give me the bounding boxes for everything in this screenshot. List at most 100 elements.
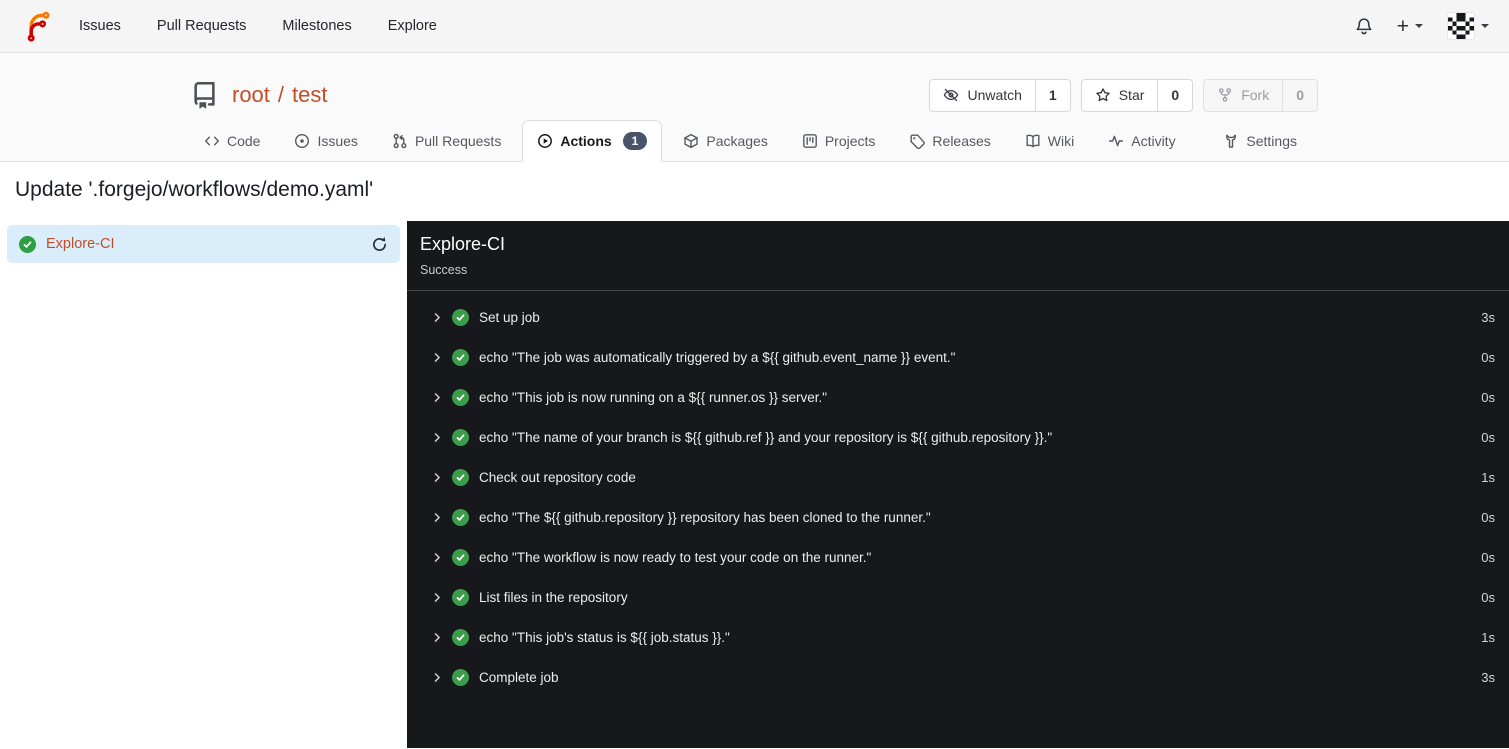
chevron-right-icon[interactable] bbox=[431, 471, 445, 484]
avatar-identicon bbox=[1448, 13, 1474, 39]
success-check-icon bbox=[452, 348, 469, 366]
tab-activity[interactable]: Activity bbox=[1095, 121, 1188, 161]
tab-projects[interactable]: Projects bbox=[789, 121, 889, 161]
tag-icon bbox=[910, 134, 926, 149]
chevron-right-icon[interactable] bbox=[431, 631, 445, 644]
unwatch-button[interactable]: Unwatch bbox=[930, 80, 1034, 111]
step-duration: 0s bbox=[1481, 509, 1495, 525]
repo-owner-link[interactable]: root bbox=[232, 82, 270, 108]
chevron-right-icon[interactable] bbox=[431, 351, 445, 364]
chevron-right-icon[interactable] bbox=[431, 591, 445, 604]
nav-explore[interactable]: Explore bbox=[370, 18, 455, 34]
project-icon bbox=[802, 134, 817, 148]
step-row[interactable]: List files in the repository 0s bbox=[407, 577, 1509, 617]
step-name: echo "The workflow is now ready to test … bbox=[479, 549, 872, 565]
nav-issues[interactable]: Issues bbox=[61, 18, 139, 34]
watchers-count[interactable]: 1 bbox=[1034, 79, 1070, 111]
step-name: List files in the repository bbox=[479, 589, 628, 605]
step-duration: 1s bbox=[1481, 469, 1495, 485]
success-check-icon bbox=[452, 508, 469, 526]
pulse-icon bbox=[1109, 135, 1124, 147]
success-check-icon bbox=[452, 668, 469, 686]
book-icon bbox=[1026, 134, 1040, 148]
user-menu-button[interactable] bbox=[1447, 12, 1489, 40]
chevron-right-icon[interactable] bbox=[431, 391, 445, 404]
forgejo-logo[interactable] bbox=[20, 11, 51, 42]
step-row[interactable]: Complete job 3s bbox=[407, 657, 1509, 697]
success-check-icon bbox=[452, 468, 469, 486]
notifications-button[interactable] bbox=[1355, 17, 1373, 35]
page-title: Update '.forgejo/workflows/demo.yaml' bbox=[15, 178, 374, 201]
step-duration: 0s bbox=[1481, 389, 1495, 405]
success-check-icon bbox=[452, 388, 469, 406]
tab-label: Projects bbox=[824, 133, 876, 149]
tab-issues[interactable]: Issues bbox=[281, 121, 370, 161]
success-check-icon bbox=[452, 428, 469, 446]
chevron-right-icon[interactable] bbox=[431, 671, 445, 684]
caret-down-icon bbox=[1415, 24, 1423, 28]
tab-packages[interactable]: Packages bbox=[670, 121, 780, 161]
repo-name-link[interactable]: test bbox=[292, 82, 327, 108]
step-row[interactable]: Set up job 3s bbox=[407, 297, 1509, 337]
chevron-right-icon[interactable] bbox=[431, 311, 445, 324]
step-row[interactable]: echo "The workflow is now ready to test … bbox=[407, 537, 1509, 577]
step-name: Complete job bbox=[479, 669, 559, 685]
package-icon bbox=[684, 133, 699, 149]
stars-count[interactable]: 0 bbox=[1157, 79, 1192, 111]
star-icon bbox=[1095, 88, 1110, 102]
repo-tab-bar: Code Issues Pull Requests Actions 1 Pack… bbox=[191, 120, 1318, 162]
tab-label: Packages bbox=[706, 133, 768, 149]
tab-pull-requests[interactable]: Pull Requests bbox=[379, 121, 514, 161]
repo-header: root / test Unwatch 1 Star 0 Fork 0 Code… bbox=[0, 53, 1509, 162]
play-circle-icon bbox=[538, 134, 553, 148]
step-duration: 3s bbox=[1481, 669, 1495, 685]
success-check-icon bbox=[452, 628, 469, 646]
tab-code[interactable]: Code bbox=[191, 121, 273, 161]
tools-icon bbox=[1226, 134, 1237, 148]
chevron-right-icon[interactable] bbox=[431, 431, 445, 444]
nav-milestones[interactable]: Milestones bbox=[264, 18, 369, 34]
step-row[interactable]: echo "This job is now running on a ${{ r… bbox=[407, 377, 1509, 417]
step-row[interactable]: echo "The name of your branch is ${{ git… bbox=[407, 417, 1509, 457]
step-duration: 3s bbox=[1481, 309, 1495, 325]
tab-releases[interactable]: Releases bbox=[896, 121, 1003, 161]
tab-label: Pull Requests bbox=[414, 133, 502, 149]
chevron-right-icon[interactable] bbox=[431, 551, 445, 564]
git-fork-icon bbox=[1219, 88, 1232, 102]
step-row[interactable]: echo "The job was automatically triggere… bbox=[407, 337, 1509, 377]
chevron-right-icon[interactable] bbox=[431, 511, 445, 524]
rerun-job-button[interactable] bbox=[371, 236, 388, 253]
fork-button[interactable]: Fork bbox=[1204, 80, 1282, 111]
forgejo-logo-icon bbox=[27, 11, 50, 42]
star-button[interactable]: Star bbox=[1082, 80, 1158, 111]
step-duration: 0s bbox=[1481, 589, 1495, 605]
tab-label: Actions bbox=[560, 133, 612, 149]
jobs-sidebar: Explore-CI bbox=[0, 221, 407, 748]
create-new-button[interactable]: + bbox=[1397, 16, 1423, 37]
actions-count-badge: 1 bbox=[622, 132, 648, 150]
star-label: Star bbox=[1118, 87, 1145, 103]
step-row[interactable]: Check out repository code 1s bbox=[407, 457, 1509, 497]
run-status-text: Success bbox=[420, 263, 468, 277]
forks-count[interactable]: 0 bbox=[1282, 79, 1317, 111]
step-row[interactable]: echo "The ${{ github.repository }} repos… bbox=[407, 497, 1509, 537]
step-name: echo "The name of your branch is ${{ git… bbox=[479, 429, 1053, 445]
top-navbar: Issues Pull Requests Milestones Explore … bbox=[0, 0, 1509, 53]
tab-actions[interactable]: Actions 1 bbox=[522, 120, 663, 162]
step-duration: 0s bbox=[1481, 549, 1495, 565]
fork-label: Fork bbox=[1241, 87, 1270, 103]
step-duration: 1s bbox=[1481, 629, 1495, 645]
unwatch-label: Unwatch bbox=[967, 87, 1022, 103]
fork-button-group: Fork 0 bbox=[1203, 78, 1318, 112]
tab-wiki[interactable]: Wiki bbox=[1012, 121, 1087, 161]
workflow-run-layout: Explore-CI Explore-CI Success Set up job… bbox=[0, 221, 1509, 748]
run-detail-panel: Explore-CI Success Set up job 3s echo "T… bbox=[407, 221, 1509, 748]
tab-label: Code bbox=[227, 133, 261, 149]
repo-icon bbox=[194, 81, 215, 109]
step-row[interactable]: echo "This job's status is ${{ job.statu… bbox=[407, 617, 1509, 657]
sidebar-job-explore-ci[interactable]: Explore-CI bbox=[7, 225, 400, 263]
nav-pull-requests[interactable]: Pull Requests bbox=[139, 18, 264, 34]
tab-settings[interactable]: Settings bbox=[1210, 121, 1310, 161]
run-job-title: Explore-CI bbox=[420, 234, 506, 254]
step-duration: 0s bbox=[1481, 429, 1495, 445]
